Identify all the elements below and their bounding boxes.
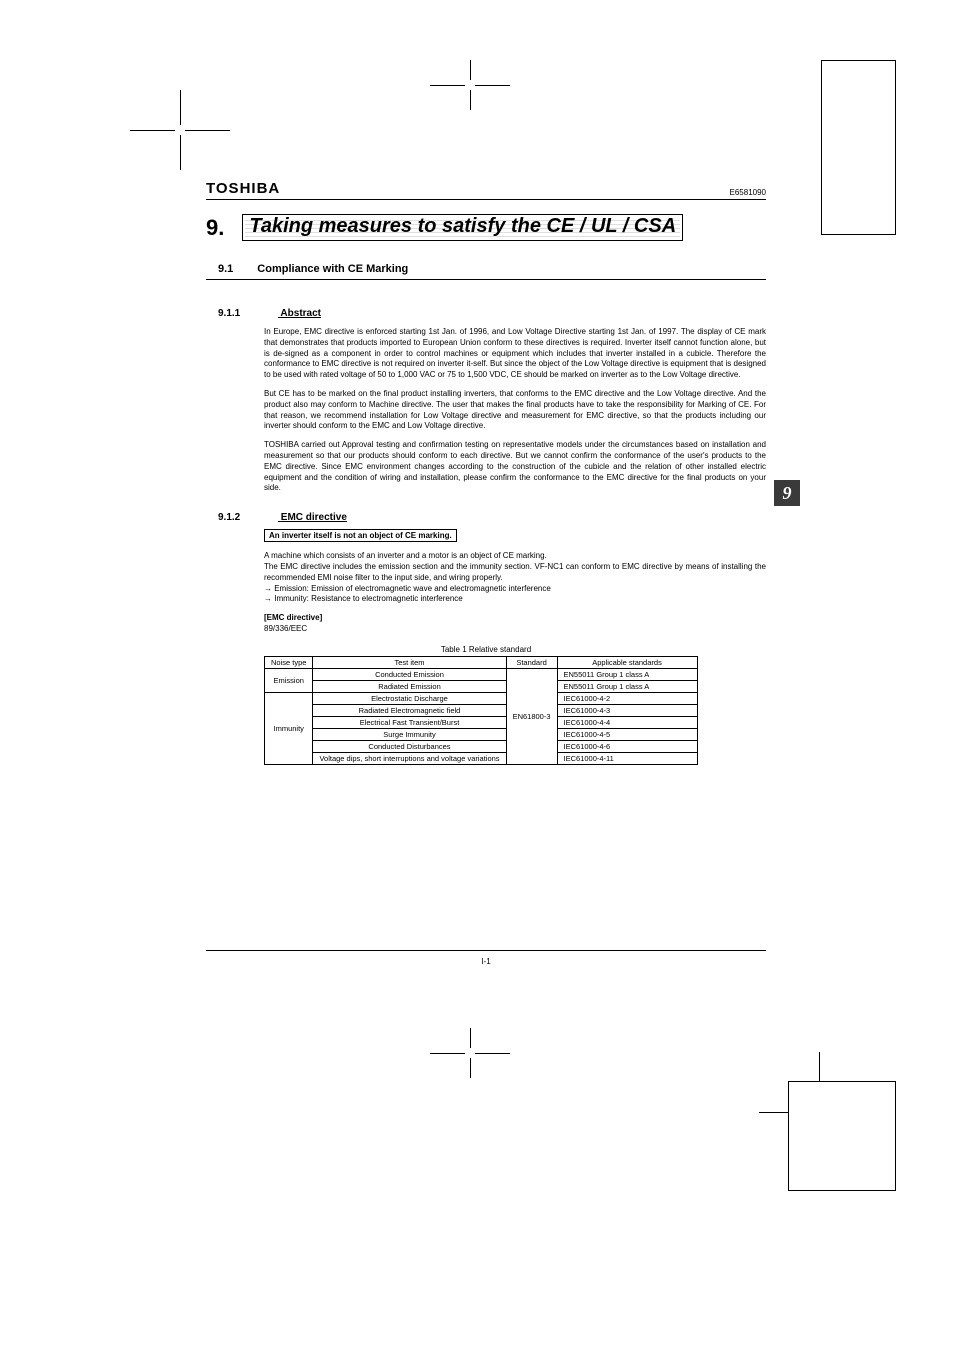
- subsection-title: Abstract: [280, 308, 321, 319]
- page-number: I-1: [206, 950, 766, 966]
- table-caption: Table 1 Relative standard: [206, 645, 766, 654]
- subsection-abstract: 9.1.1 Abstract In Europe, EMC directive …: [206, 308, 766, 494]
- subsection-title: EMC directive: [281, 512, 347, 523]
- registration-box-bottom-right: [788, 1081, 896, 1191]
- cell-applicable-standard: IEC61000-4-11: [557, 752, 697, 764]
- paragraph: A machine which consists of an inverter …: [264, 551, 766, 562]
- col-noise-type: Noise type: [265, 656, 313, 668]
- section-title: Compliance with CE Marking: [257, 263, 408, 275]
- table-row: Radiated Emission EN55011 Group 1 class A: [265, 680, 698, 692]
- chapter-heading: 9. Taking measures to satisfy the CE / U…: [206, 214, 766, 241]
- subsection-heading: 9.1.2 EMC directive: [218, 512, 766, 523]
- cell-test-item: Electrical Fast Transient/Burst: [313, 716, 506, 728]
- chapter-tab: 9: [774, 480, 800, 506]
- table-row: Electrical Fast Transient/Burst IEC61000-…: [265, 716, 698, 728]
- table-header-row: Noise type Test item Standard Applicable…: [265, 656, 698, 668]
- cell-test-item: Voltage dips, short interruptions and vo…: [313, 752, 506, 764]
- paragraph: → Emission: Emission of electromagnetic …: [264, 584, 766, 595]
- directive-label: [EMC directive]: [264, 613, 766, 624]
- page-content: TOSHIBA E6581090 9. Taking measures to s…: [206, 180, 766, 765]
- cell-test-item: Radiated Electromagnetic field: [313, 704, 506, 716]
- cell-applicable-standard: IEC61000-4-4: [557, 716, 697, 728]
- cell-applicable-standard: EN55011 Group 1 class A: [557, 680, 697, 692]
- cell-noise-type: Immunity: [265, 692, 313, 764]
- table-row: Radiated Electromagnetic field IEC61000-4…: [265, 704, 698, 716]
- paragraph: In Europe, EMC directive is enforced sta…: [264, 327, 766, 381]
- cell-applicable-standard: IEC61000-4-6: [557, 740, 697, 752]
- subsection-number: 9.1.1: [218, 308, 278, 319]
- cell-standard: EN61800-3: [506, 668, 557, 764]
- paragraph: TOSHIBA carried out Approval testing and…: [264, 440, 766, 494]
- document-number: E6581090: [730, 188, 766, 197]
- table-row: ImmunityElectrostatic DischargeIEC61000-…: [265, 692, 698, 704]
- paragraph: But CE has to be marked on the final pro…: [264, 389, 766, 432]
- cell-applicable-standard: IEC61000-4-3: [557, 704, 697, 716]
- section-rule: [206, 279, 766, 280]
- directive-code: 89/336/EEC: [264, 624, 766, 635]
- registration-box-right: [821, 60, 896, 235]
- paragraph: The EMC directive includes the emission …: [264, 562, 766, 584]
- cell-applicable-standard: EN55011 Group 1 class A: [557, 668, 697, 680]
- header-row: TOSHIBA E6581090: [206, 180, 766, 200]
- boxed-note: An inverter itself is not an object of C…: [264, 529, 457, 542]
- col-applicable: Applicable standards: [557, 656, 697, 668]
- table-row: Voltage dips, short interruptions and vo…: [265, 752, 698, 764]
- cell-noise-type: Emission: [265, 668, 313, 692]
- chapter-title: Taking measures to satisfy the CE / UL /…: [242, 214, 683, 241]
- table-row: Conducted Disturbances IEC61000-4-6: [265, 740, 698, 752]
- table-row: Surge Immunity IEC61000-4-5: [265, 728, 698, 740]
- cell-test-item: Conducted Disturbances: [313, 740, 506, 752]
- col-standard: Standard: [506, 656, 557, 668]
- col-test-item: Test item: [313, 656, 506, 668]
- table-row: EmissionConducted EmissionEN61800-3EN550…: [265, 668, 698, 680]
- chapter-number: 9.: [206, 215, 224, 241]
- section-heading: 9.1 Compliance with CE Marking: [206, 263, 766, 275]
- subsection-heading: 9.1.1 Abstract: [218, 308, 766, 319]
- section-number: 9.1: [218, 263, 233, 275]
- standards-table: Noise type Test item Standard Applicable…: [264, 656, 698, 765]
- cell-test-item: Radiated Emission: [313, 680, 506, 692]
- subsection-number: 9.1.2: [218, 512, 278, 523]
- cell-test-item: Surge Immunity: [313, 728, 506, 740]
- subsection-emc: 9.1.2 EMC directive An inverter itself i…: [206, 512, 766, 765]
- cell-applicable-standard: IEC61000-4-5: [557, 728, 697, 740]
- paragraph: → Immunity: Resistance to electromagneti…: [264, 594, 766, 605]
- cell-test-item: Electrostatic Discharge: [313, 692, 506, 704]
- cell-applicable-standard: IEC61000-4-2: [557, 692, 697, 704]
- cell-test-item: Conducted Emission: [313, 668, 506, 680]
- brand-logo: TOSHIBA: [206, 180, 280, 197]
